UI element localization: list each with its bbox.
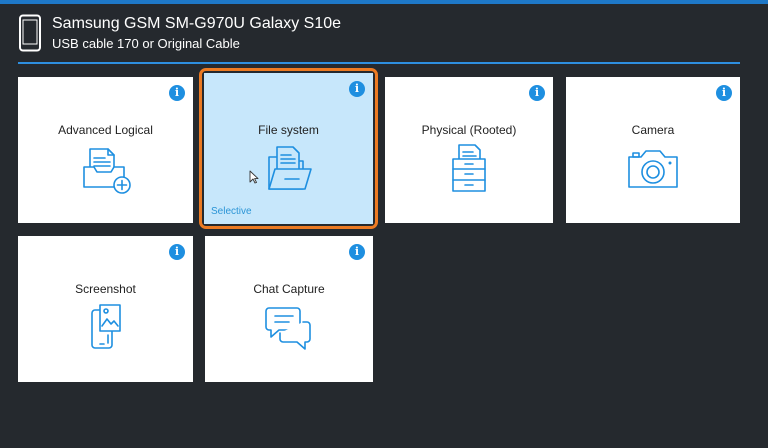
tile-label: Advanced Logical [58,123,153,137]
advanced-logical-icon [82,148,131,194]
file-system-icon [267,146,312,190]
device-name: Samsung GSM SM-G970U Galaxy S10e [52,15,342,32]
chat-capture-icon [265,307,311,350]
tile-label: File system [258,123,319,137]
window-top-strip [0,0,768,4]
tile-advanced-logical[interactable]: i Advanced Logical [18,77,193,223]
tile-file-system[interactable]: i File system Selective [204,73,373,224]
screenshot-icon [90,304,121,349]
physical-icon [452,144,486,192]
header-divider [18,62,740,64]
tile-label: Screenshot [75,282,136,296]
tile-chat-capture[interactable]: i Chat Capture [205,236,373,382]
selective-tag: Selective [211,206,252,217]
device-header: Samsung GSM SM-G970U Galaxy S10e USB cab… [18,14,748,54]
mouse-cursor-icon [249,170,259,184]
info-icon[interactable]: i [169,85,185,101]
tile-screenshot[interactable]: i Screenshot [18,236,193,382]
tile-physical-rooted[interactable]: i Physical (Rooted) [385,77,553,223]
tile-label: Camera [631,123,675,137]
info-icon[interactable]: i [349,81,365,97]
phone-icon [19,14,41,52]
info-icon[interactable]: i [169,244,185,260]
device-connection: USB cable 170 or Original Cable [52,36,240,51]
camera-icon [628,150,678,188]
info-icon[interactable]: i [716,85,732,101]
tile-label: Chat Capture [253,282,325,296]
info-icon[interactable]: i [529,85,545,101]
tile-label: Physical (Rooted) [421,123,517,137]
tile-camera[interactable]: i Camera [566,77,740,223]
info-icon[interactable]: i [349,244,365,260]
